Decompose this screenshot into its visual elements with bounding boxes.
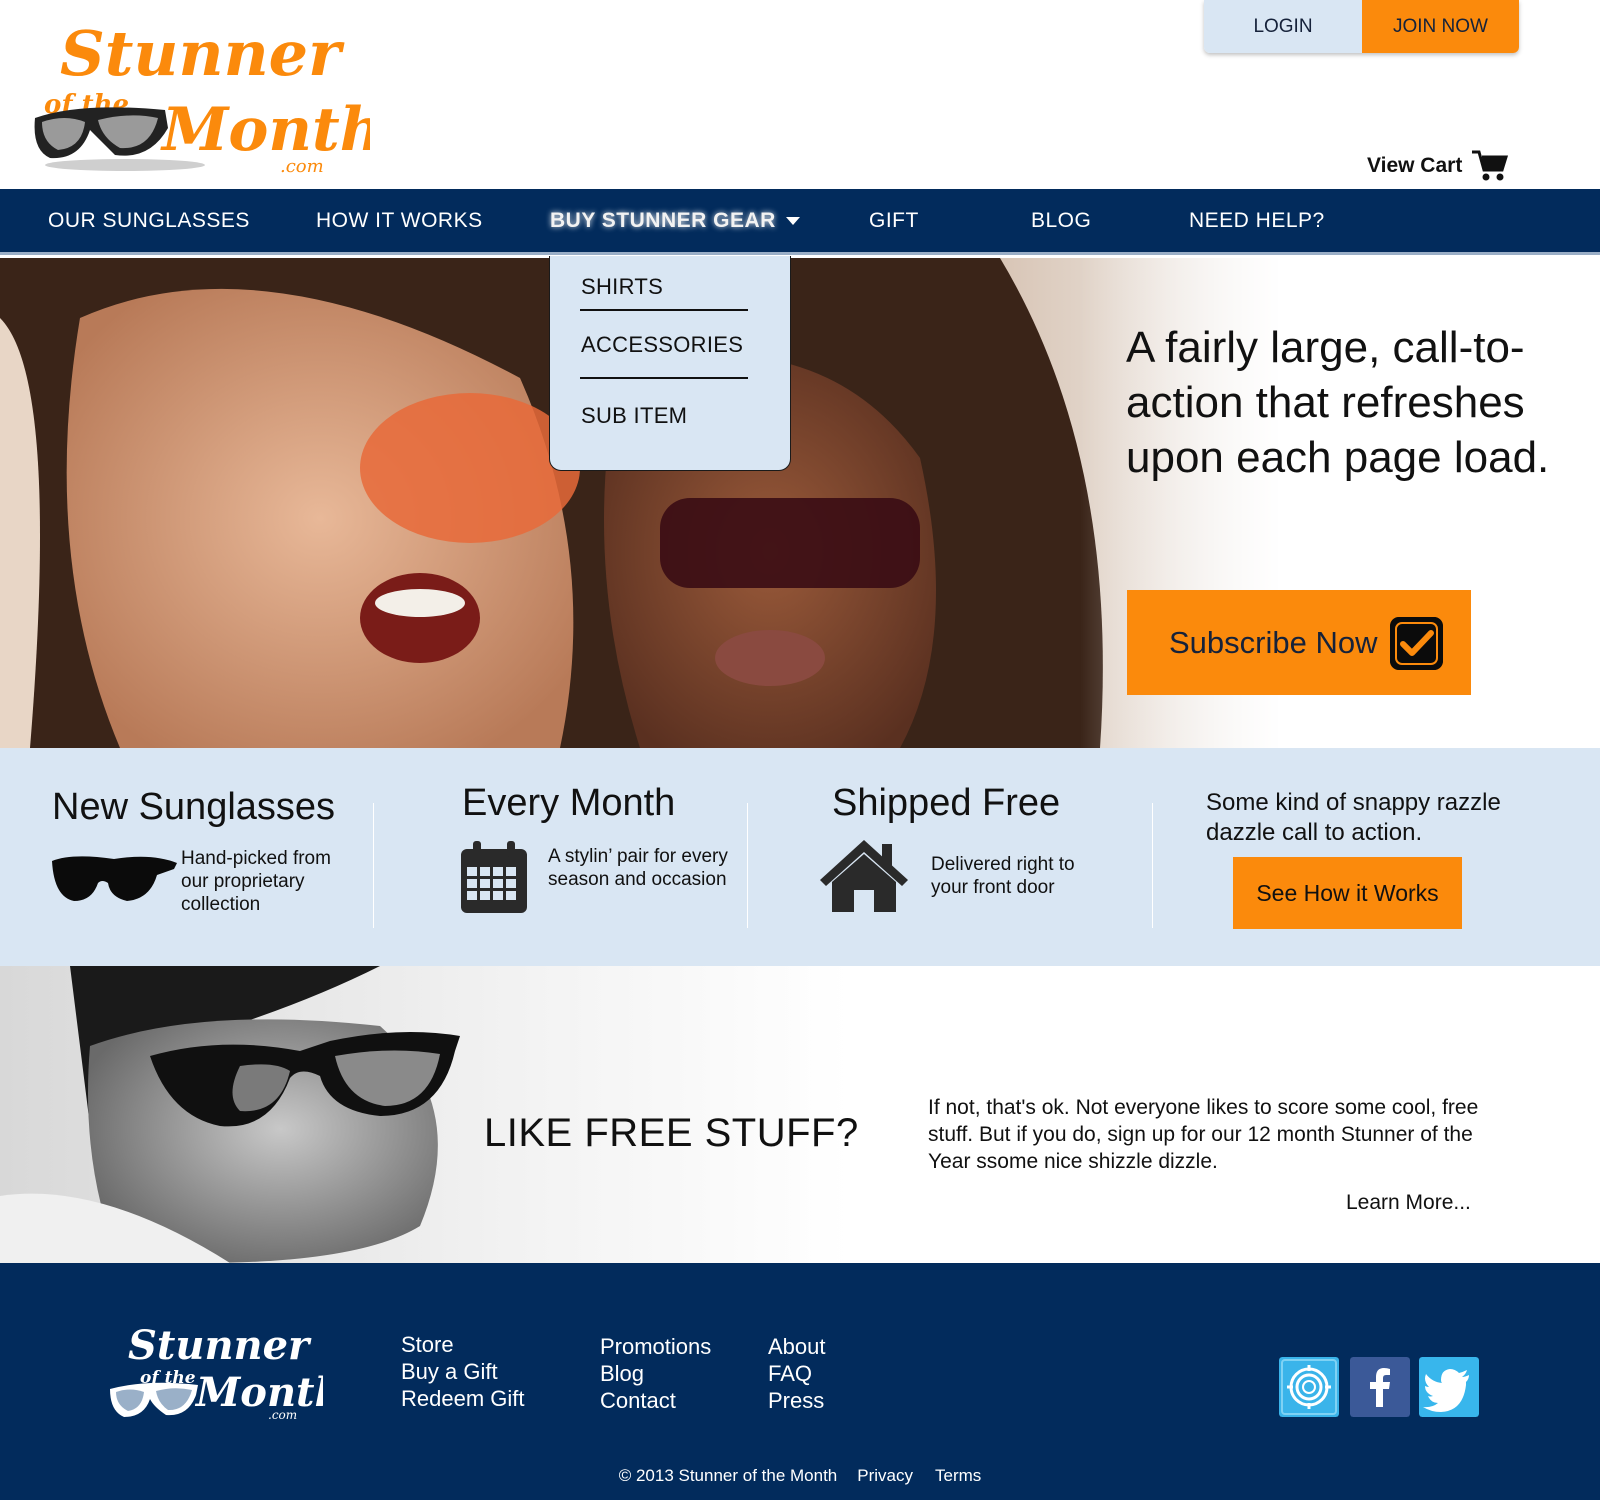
footer-link-about[interactable]: About — [768, 1333, 826, 1360]
facebook-icon[interactable] — [1350, 1357, 1410, 1417]
footer-link-promotions[interactable]: Promotions — [600, 1333, 711, 1360]
free-stuff-section: LIKE FREE STUFF? If not, that's ok. Not … — [0, 966, 1600, 1263]
sunglasses-icon — [52, 856, 177, 901]
footer-link-contact[interactable]: Contact — [600, 1387, 711, 1414]
feature-divider — [747, 803, 748, 928]
stunner-logo[interactable]: Stunner of the Month .com — [30, 10, 370, 175]
footer-col-promotions: Promotions Blog Contact — [600, 1333, 711, 1414]
view-cart-label: View Cart — [1367, 154, 1463, 177]
house-icon — [820, 840, 908, 912]
nav-buy-stunner-gear-label: BUY STUNNER GEAR — [550, 208, 776, 232]
join-now-button[interactable]: JOIN NOW — [1362, 0, 1519, 53]
free-stuff-text: If not, that's ok. Not everyone likes to… — [928, 1096, 1479, 1173]
feature-desc-new-sunglasses: Hand-picked from our proprietary collect… — [181, 848, 331, 915]
footer-link-faq[interactable]: FAQ — [768, 1360, 826, 1387]
feature-desc-shipped-free: Delivered right to your front door — [931, 854, 1075, 898]
terms-link[interactable]: Terms — [935, 1466, 981, 1486]
hero-headline: A fairly large, call-to-action that refr… — [1126, 323, 1550, 482]
footer-col-store: Store Buy a Gift Redeem Gift — [401, 1331, 525, 1412]
footer-col-about: About FAQ Press — [768, 1333, 826, 1414]
shopping-cart-icon — [1472, 150, 1509, 181]
nav-gift[interactable]: GIFT — [869, 189, 919, 252]
nav-buy-stunner-gear[interactable]: BUY STUNNER GEAR — [550, 189, 800, 252]
footer-link-blog[interactable]: Blog — [600, 1360, 711, 1387]
site-footer: Stunner of the Month .com Store Buy a Gi… — [0, 1263, 1600, 1500]
dropdown-item-sub-item[interactable]: SUB ITEM — [581, 403, 687, 429]
dropdown-divider — [580, 377, 748, 379]
view-cart-link[interactable]: View Cart — [1367, 150, 1509, 182]
subscribe-now-button[interactable]: Subscribe Now — [1127, 590, 1471, 695]
feature-title-shipped-free: Shipped Free — [832, 782, 1061, 824]
dropdown-divider — [580, 309, 748, 311]
feature-divider — [373, 803, 374, 928]
twitter-icon[interactable] — [1419, 1357, 1479, 1417]
free-stuff-title: LIKE FREE STUFF? — [484, 1111, 859, 1155]
site-header: Stunner of the Month .com LOGIN JOIN NOW… — [0, 0, 1600, 189]
footer-logo-sunglasses-icon — [110, 1382, 198, 1417]
main-nav: OUR SUNGLASSES HOW IT WORKS BUY STUNNER … — [0, 189, 1600, 255]
learn-more-link[interactable]: Learn More... — [1346, 1191, 1471, 1215]
logo-word-month: Month — [160, 95, 370, 165]
footer-copyright-row: © 2013 Stunner of the Month Privacy Term… — [0, 1466, 1600, 1486]
feature-desc-every-month: A stylin’ pair for every season and occa… — [548, 846, 728, 890]
footer-logo-word-month: Month — [194, 1369, 323, 1416]
nav-our-sunglasses[interactable]: OUR SUNGLASSES — [48, 189, 250, 252]
footer-link-buy-a-gift[interactable]: Buy a Gift — [401, 1358, 525, 1385]
privacy-link[interactable]: Privacy — [857, 1466, 913, 1486]
features-strip: New Sunglasses Hand-picked from our prop… — [0, 748, 1600, 966]
chevron-down-icon — [785, 216, 800, 225]
nav-need-help[interactable]: NEED HELP? — [1189, 189, 1325, 252]
nav-blog[interactable]: BLOG — [1031, 189, 1091, 252]
footer-link-store[interactable]: Store — [401, 1331, 525, 1358]
copyright-text: © 2013 Stunner of the Month — [618, 1466, 838, 1485]
login-button[interactable]: LOGIN — [1204, 0, 1362, 53]
footer-logo-word-stunner: Stunner — [128, 1322, 312, 1369]
calendar-icon — [461, 841, 527, 913]
dropdown-item-shirts[interactable]: SHIRTS — [581, 274, 663, 300]
buy-gear-dropdown: SHIRTS ACCESSORIES SUB ITEM — [549, 256, 791, 471]
hero-banner: A fairly large, call-to-action that refr… — [0, 258, 1600, 748]
checkbox-checked-icon — [1390, 617, 1443, 670]
nav-how-it-works[interactable]: HOW IT WORKS — [316, 189, 483, 252]
logo-word-stunner: Stunner — [60, 17, 345, 90]
snappy-cta-text: Some kind of snappy razzle dazzle call t… — [1206, 789, 1501, 846]
feature-title-new-sunglasses: New Sunglasses — [52, 786, 336, 828]
footer-link-redeem-gift[interactable]: Redeem Gift — [401, 1385, 525, 1412]
lifebuoy-icon[interactable] — [1279, 1357, 1339, 1417]
subscribe-now-label: Subscribe Now — [1169, 624, 1378, 660]
feature-divider — [1152, 803, 1153, 928]
footer-logo[interactable]: Stunner of the Month .com — [108, 1321, 323, 1421]
footer-link-press[interactable]: Press — [768, 1387, 826, 1414]
logo-suffix: .com — [280, 156, 324, 175]
footer-logo-suffix: .com — [268, 1408, 297, 1421]
see-how-it-works-button[interactable]: See How it Works — [1233, 857, 1462, 929]
auth-buttons: LOGIN JOIN NOW — [1204, 0, 1519, 53]
dropdown-item-accessories[interactable]: ACCESSORIES — [581, 332, 743, 358]
feature-title-every-month: Every Month — [462, 782, 676, 824]
